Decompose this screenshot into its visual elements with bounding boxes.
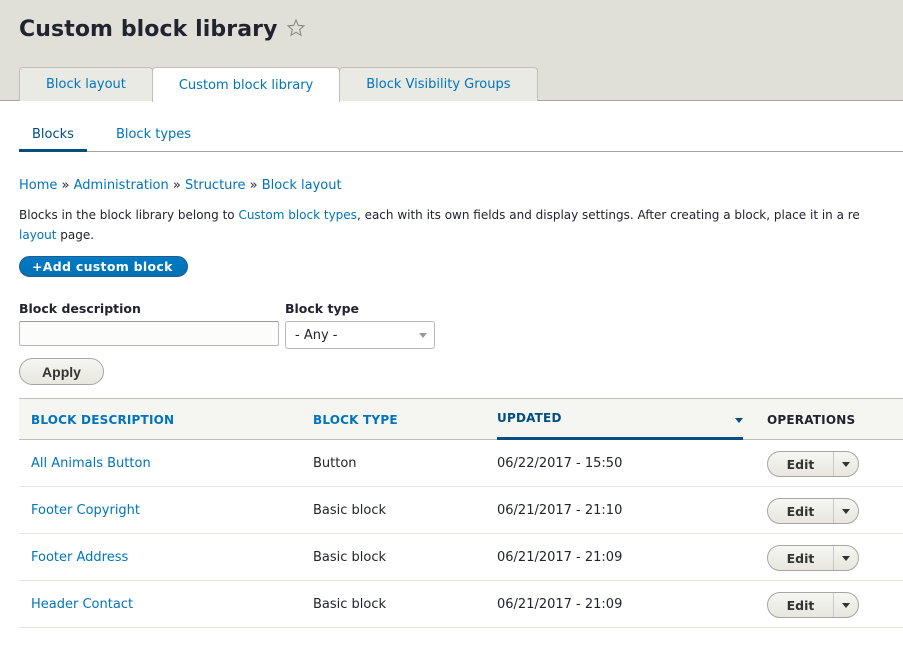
updated-cell: 06/21/2017 - 21:10: [497, 502, 623, 518]
breadcrumb-administration[interactable]: Administration: [74, 178, 169, 193]
chevron-down-icon: [842, 462, 850, 467]
breadcrumb: Home » Administration » Structure » Bloc…: [19, 178, 342, 193]
page-title-text: Custom block library: [19, 17, 278, 42]
column-block-type[interactable]: BLOCK TYPE: [313, 399, 398, 440]
table-row: Footer Address Basic block 06/21/2017 - …: [19, 534, 903, 581]
help-text-part: page.: [56, 228, 95, 242]
block-description-label: Block description: [19, 301, 141, 316]
custom-blocks-table: BLOCK DESCRIPTION BLOCK TYPE UPDATED OPE…: [19, 398, 903, 628]
block-description-link[interactable]: All Animals Button: [31, 456, 151, 471]
breadcrumb-separator: »: [249, 178, 262, 193]
table-header: BLOCK DESCRIPTION BLOCK TYPE UPDATED OPE…: [19, 398, 903, 440]
updated-cell: 06/21/2017 - 21:09: [497, 549, 623, 565]
operations-toggle[interactable]: [834, 452, 858, 476]
secondary-tabs: Blocks Block types: [19, 117, 903, 152]
updated-cell: 06/21/2017 - 21:09: [497, 596, 623, 612]
block-type-cell: Button: [313, 455, 357, 471]
block-layout-link[interactable]: layout: [19, 228, 56, 242]
tab-block-visibility-groups[interactable]: Block Visibility Groups: [339, 67, 538, 101]
block-type-cell: Basic block: [313, 596, 387, 612]
edit-button[interactable]: Edit: [768, 499, 834, 523]
page-header: Custom block library Block layout Custom…: [0, 0, 903, 102]
star-outline-icon[interactable]: [286, 18, 306, 44]
operations-dropbutton: Edit: [767, 545, 859, 571]
column-updated[interactable]: UPDATED: [497, 399, 743, 440]
block-type-cell: Basic block: [313, 502, 387, 518]
block-description-link[interactable]: Footer Address: [31, 550, 128, 565]
add-custom-block-button[interactable]: +Add custom block: [19, 256, 188, 277]
apply-button[interactable]: Apply: [19, 358, 104, 385]
chevron-down-icon: [842, 509, 850, 514]
block-description-link[interactable]: Header Contact: [31, 597, 133, 612]
block-type-select[interactable]: - Any -: [285, 321, 435, 349]
primary-tabs: Block layout Custom block library Block …: [19, 67, 538, 102]
breadcrumb-home[interactable]: Home: [19, 178, 57, 193]
block-type-label: Block type: [285, 301, 360, 316]
chevron-down-icon: [842, 603, 850, 608]
block-description-input[interactable]: [19, 321, 279, 346]
tab-block-layout[interactable]: Block layout: [19, 67, 153, 101]
chevron-down-icon: [419, 333, 427, 338]
operations-dropbutton: Edit: [767, 451, 859, 477]
column-block-description[interactable]: BLOCK DESCRIPTION: [31, 399, 174, 440]
breadcrumb-structure[interactable]: Structure: [185, 178, 245, 193]
page-title: Custom block library: [19, 17, 306, 44]
breadcrumb-block-layout[interactable]: Block layout: [262, 178, 342, 193]
help-text-part: Blocks in the block library belong to: [19, 208, 239, 222]
block-type-cell: Basic block: [313, 549, 387, 565]
operations-dropbutton: Edit: [767, 498, 859, 524]
table-row: All Animals Button Button 06/22/2017 - 1…: [19, 440, 903, 487]
edit-button[interactable]: Edit: [768, 593, 834, 617]
column-operations: OPERATIONS: [767, 412, 856, 427]
chevron-down-icon: [842, 556, 850, 561]
table-row: Header Contact Basic block 06/21/2017 - …: [19, 581, 903, 628]
operations-dropbutton: Edit: [767, 592, 859, 618]
help-text-part: , each with its own fields and display s…: [356, 208, 860, 222]
operations-toggle[interactable]: [834, 546, 858, 570]
block-type-selected: - Any -: [295, 327, 338, 343]
column-updated-label: UPDATED: [497, 411, 562, 425]
custom-block-types-link[interactable]: Custom block types: [238, 208, 357, 222]
operations-toggle[interactable]: [834, 499, 858, 523]
updated-cell: 06/22/2017 - 15:50: [497, 455, 623, 471]
help-text: Blocks in the block library belong to Cu…: [19, 205, 903, 245]
tab-custom-block-library[interactable]: Custom block library: [151, 67, 341, 102]
edit-button[interactable]: Edit: [768, 546, 834, 570]
sort-descending-icon: [735, 418, 743, 423]
breadcrumb-separator: »: [172, 178, 185, 193]
breadcrumb-separator: »: [61, 178, 74, 193]
subtab-blocks[interactable]: Blocks: [19, 117, 87, 152]
edit-button[interactable]: Edit: [768, 452, 834, 476]
subtab-block-types[interactable]: Block types: [103, 117, 204, 151]
block-description-link[interactable]: Footer Copyright: [31, 503, 140, 518]
operations-toggle[interactable]: [834, 593, 858, 617]
table-row: Footer Copyright Basic block 06/21/2017 …: [19, 487, 903, 534]
